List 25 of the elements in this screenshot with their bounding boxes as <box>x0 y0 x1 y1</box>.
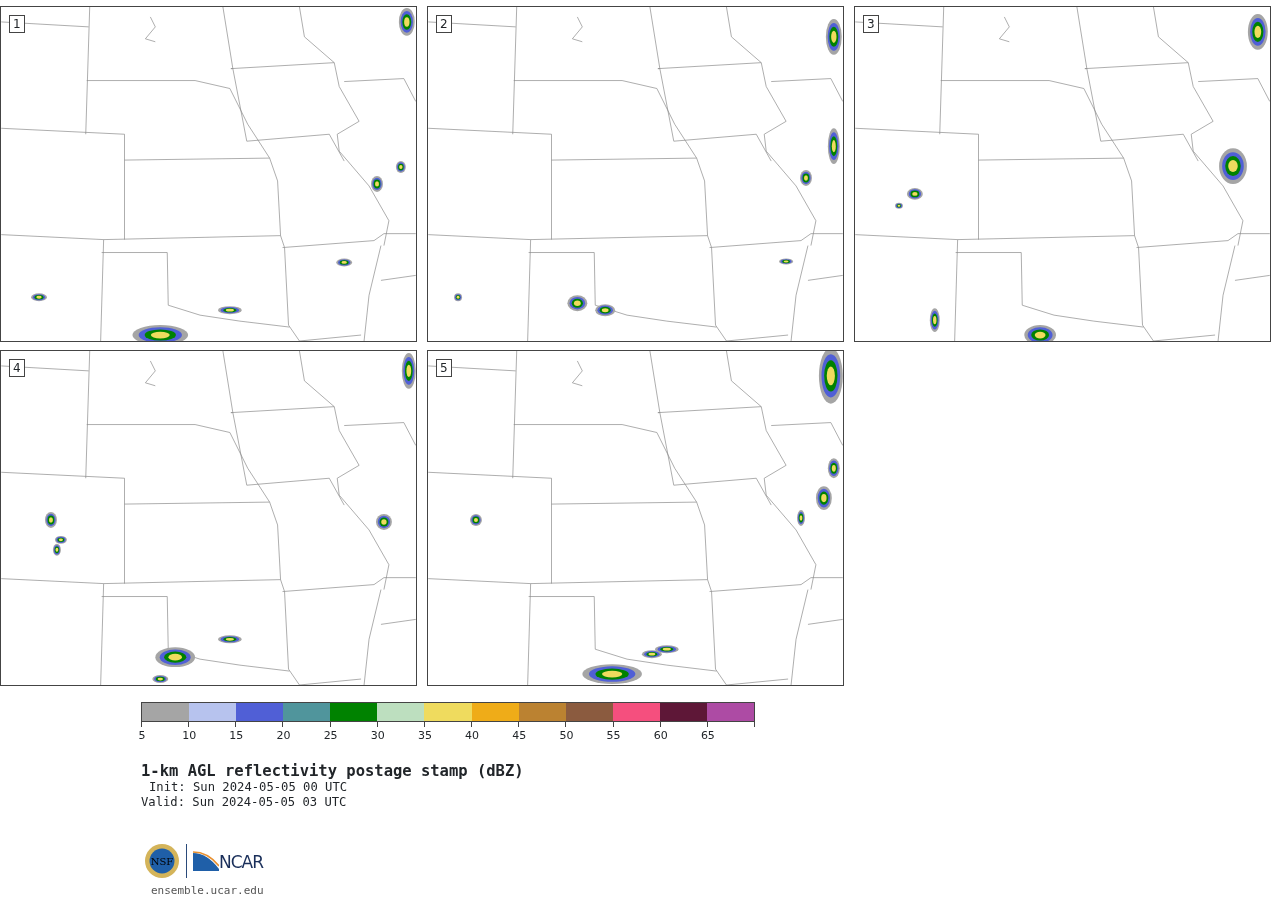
tick-label: 50 <box>559 728 574 744</box>
panel-number: 2 <box>436 15 452 33</box>
tick-label: 10 <box>182 728 197 744</box>
init-time: Init: Sun 2024-05-05 00 UTC <box>148 780 349 795</box>
site-url: ensemble.ucar.edu <box>151 883 265 900</box>
tick-label: 5 <box>138 728 146 744</box>
tick-label: 20 <box>276 728 291 744</box>
tick-label: 60 <box>653 728 668 744</box>
panel-number: 5 <box>436 359 452 377</box>
tick-label: 45 <box>512 728 527 744</box>
tick-label: 55 <box>606 728 621 744</box>
swoosh-icon <box>193 851 219 872</box>
tick-label: 40 <box>465 728 480 744</box>
panel-number: 4 <box>9 359 25 377</box>
tick-label: 30 <box>370 728 385 744</box>
seal-logo: NSF <box>144 843 180 880</box>
panel-number: 3 <box>863 15 879 33</box>
tick-label: 15 <box>229 728 244 744</box>
panel-number: 1 <box>9 15 25 33</box>
figure-title: 1-km AGL reflectivity postage stamp (dBZ) <box>141 763 525 781</box>
logo-text: NCAR <box>219 854 264 872</box>
valid-time: Valid: Sun 2024-05-05 03 UTC <box>141 794 348 810</box>
tick-label: 35 <box>417 728 432 744</box>
tick-label: 65 <box>700 728 715 744</box>
tick-label: 25 <box>323 728 338 744</box>
